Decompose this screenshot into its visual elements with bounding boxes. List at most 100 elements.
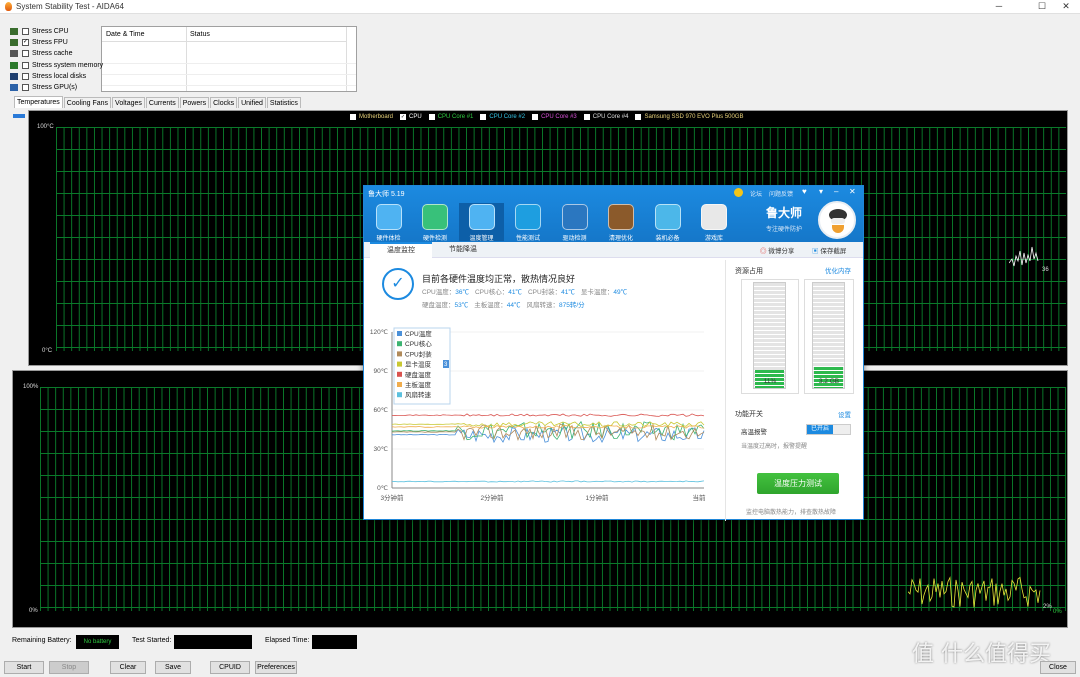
legend-checkbox[interactable]: ✓ <box>400 114 407 120</box>
alarm-toggle[interactable]: 已开启 <box>806 424 851 435</box>
close-button[interactable]: Close <box>1040 661 1076 674</box>
nav-item-2[interactable]: 温度管理 <box>459 203 504 242</box>
stress-test-button[interactable]: 温度压力测试 <box>757 473 839 494</box>
save-button[interactable]: Save <box>155 661 191 674</box>
stress-option-4[interactable]: Stress local disks <box>10 71 105 82</box>
clear-button[interactable]: Clear <box>110 661 146 674</box>
ludashi-version: 鲁大师 5.19 <box>368 191 405 198</box>
nav-item-1[interactable]: 硬件检测 <box>413 203 458 242</box>
reading-value: 875转/分 <box>558 302 585 309</box>
close-window-button[interactable]: ✕ <box>1052 0 1080 14</box>
chart-legend-label: CPU封装 <box>405 349 432 358</box>
legend-item[interactable]: ✓ CPU <box>400 114 422 120</box>
reading: 硬盘温度：53℃ <box>422 302 468 309</box>
nav-label: 驱动检测 <box>562 236 587 242</box>
tab-clocks[interactable]: Clocks <box>210 97 238 108</box>
tab-unified[interactable]: Unified <box>238 97 266 108</box>
legend-item[interactable]: CPU Core #1 <box>428 114 473 120</box>
legend-item[interactable]: Motherboard <box>350 114 393 120</box>
tab-energy-saving[interactable]: 节能降温 <box>432 242 494 258</box>
y-tick-label: 90℃ <box>373 368 388 375</box>
temp-current-label: 36 <box>1042 267 1049 273</box>
legend-swatch <box>397 392 402 398</box>
feedback-link[interactable]: 问题反馈 <box>769 189 793 198</box>
nav-item-6[interactable]: 装机必备 <box>645 203 690 242</box>
stress-checkbox[interactable] <box>22 50 29 58</box>
reading-label: CPU封装： <box>527 289 562 296</box>
coin-icon[interactable] <box>734 188 743 197</box>
legend-checkbox[interactable] <box>583 114 590 120</box>
mascot-avatar <box>818 201 856 239</box>
chart-legend-label: 硬盘温度 <box>405 370 432 379</box>
y-tick-label: 60℃ <box>373 407 388 414</box>
cpuid-button[interactable]: CPUID <box>210 661 250 674</box>
nav-icon <box>515 204 541 230</box>
legend-item[interactable]: CPU Core #4 <box>583 114 629 120</box>
preferences-button[interactable]: Preferences <box>255 661 297 674</box>
legend-item[interactable]: Samsung SSD 970 EVO Plus 500GB <box>635 114 744 120</box>
hardware-icon <box>10 50 18 58</box>
nav-item-3[interactable]: 性能测试 <box>506 203 551 242</box>
stress-checkbox[interactable] <box>22 84 29 91</box>
tab-voltages[interactable]: Voltages <box>112 97 145 108</box>
tab-statistics[interactable]: Statistics <box>266 97 301 108</box>
stress-option-1[interactable]: ✓ Stress FPU <box>10 37 105 48</box>
legend-checkbox[interactable] <box>350 114 356 120</box>
legend-item[interactable]: CPU Core #2 <box>480 114 525 120</box>
temp-current-trace <box>1009 246 1039 267</box>
tab-temp-monitor[interactable]: 温度监控 <box>370 242 432 258</box>
nav-icon <box>468 204 495 230</box>
legend-checkbox[interactable] <box>532 114 539 120</box>
legend-checkbox[interactable] <box>480 114 487 120</box>
tab-currents[interactable]: Currents <box>145 97 179 108</box>
col-date-time: Date & Time <box>102 27 186 42</box>
nav-label: 硬件检测 <box>422 236 447 242</box>
stress-option-3[interactable]: Stress system memory <box>10 60 105 71</box>
nav-item-4[interactable]: 驱动检测 <box>552 203 597 242</box>
legend-checkbox[interactable] <box>428 114 435 120</box>
tab-cooling-fans[interactable]: Cooling Fans <box>63 97 112 108</box>
chart-legend-label: 显卡温度 <box>405 360 432 369</box>
stress-checkbox[interactable] <box>22 72 29 80</box>
stress-option-2[interactable]: Stress cache <box>10 48 105 59</box>
tab-temperatures[interactable]: Temperatures <box>14 96 63 108</box>
stress-checkbox[interactable]: ✓ <box>22 39 29 47</box>
tab-powers[interactable]: Powers <box>179 97 210 108</box>
stress-option-5[interactable]: Stress GPU(s) <box>10 82 105 93</box>
legend-item[interactable]: CPU Core #3 <box>532 114 577 120</box>
nav-item-0[interactable]: 硬件体检 <box>366 203 411 242</box>
stop-button[interactable]: Stop <box>49 661 89 674</box>
nav-icon <box>375 204 402 230</box>
brand-title: 鲁大师 <box>766 206 803 220</box>
stress-checkbox[interactable] <box>22 28 29 35</box>
forum-link[interactable]: 论坛 <box>750 189 762 198</box>
menu-icon[interactable]: ♥ <box>802 187 807 196</box>
stress-option-0[interactable]: Stress CPU <box>10 26 105 37</box>
legend-checkbox[interactable] <box>635 114 642 120</box>
hardware-icon <box>10 39 18 47</box>
readings-row-1: CPU温度：36℃ CPU核心：41℃ CPU封装：41℃ 显卡温度：49℃ <box>422 286 633 296</box>
legend-label: CPU Core #4 <box>592 114 629 120</box>
legend-label: Motherboard <box>359 114 394 120</box>
nav-item-7[interactable]: 游戏库 <box>692 203 737 242</box>
reading-value: 36℃ <box>455 289 469 296</box>
save-screenshot-button[interactable]: ▣ 保存截屏 <box>812 245 846 255</box>
stress-checkbox[interactable] <box>22 61 29 69</box>
minimize-icon[interactable]: – <box>834 187 838 196</box>
stress-option-label: Stress FPU <box>32 39 68 47</box>
chart-legend-label: 风扇转速 <box>405 390 432 399</box>
nav-item-5[interactable]: 清理优化 <box>599 203 644 242</box>
reading-value: 44℃ <box>506 302 521 309</box>
usage-trace <box>908 576 1041 608</box>
alarm-description: 当温度过高时，报警提醒 <box>741 444 808 450</box>
optimize-memory-link[interactable]: 优化内存 <box>825 265 851 275</box>
minimize-button[interactable]: ─ <box>985 0 1013 14</box>
dropdown-icon[interactable]: ▾ <box>819 187 823 196</box>
test-started-label: Test Started: <box>132 637 172 644</box>
weibo-share-button[interactable]: ◎ 微博分享 <box>760 245 794 255</box>
alarm-toggle-state: 已开启 <box>807 425 833 434</box>
close-icon[interactable]: ✕ <box>849 187 856 196</box>
settings-link[interactable]: 设置 <box>838 409 851 419</box>
start-button[interactable]: Start <box>4 661 44 674</box>
reading-value: 41℃ <box>561 289 575 296</box>
